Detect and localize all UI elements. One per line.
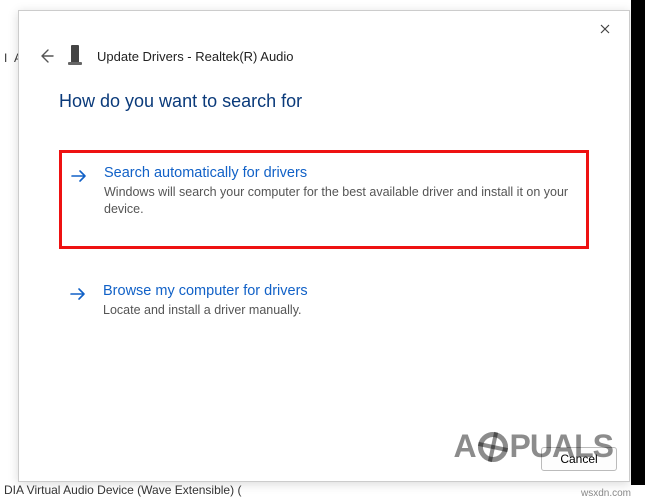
option-text-block: Browse my computer for drivers Locate an… [103, 283, 579, 319]
option-title: Browse my computer for drivers [103, 283, 579, 299]
close-button[interactable] [591, 17, 619, 41]
cancel-button[interactable]: Cancel [541, 447, 617, 471]
option-description: Locate and install a driver manually. [103, 302, 579, 319]
background-dark-strip [631, 0, 645, 485]
back-button[interactable] [37, 47, 55, 65]
dialog-question: How do you want to search for [59, 91, 589, 112]
arrow-right-icon [69, 285, 89, 305]
dialog-header: Update Drivers - Realtek(R) Audio [19, 11, 629, 67]
option-text-block: Search automatically for drivers Windows… [104, 165, 578, 218]
device-speaker-icon [67, 45, 85, 67]
option-title: Search automatically for drivers [104, 165, 578, 181]
update-drivers-dialog: Update Drivers - Realtek(R) Audio How do… [18, 10, 630, 482]
arrow-right-icon [70, 167, 90, 187]
option-search-automatically[interactable]: Search automatically for drivers Windows… [59, 150, 589, 249]
image-credit: wsxdn.com [581, 488, 631, 499]
dialog-title: Update Drivers - Realtek(R) Audio [97, 49, 294, 64]
close-icon [600, 24, 610, 34]
background-bottom-caption: DIA Virtual Audio Device (Wave Extensibl… [4, 483, 241, 497]
option-browse-computer[interactable]: Browse my computer for drivers Locate an… [59, 269, 589, 339]
dialog-body: How do you want to search for Search aut… [19, 67, 629, 439]
dialog-footer: Cancel [19, 439, 629, 481]
option-description: Windows will search your computer for th… [104, 184, 578, 218]
back-arrow-icon [38, 48, 54, 64]
